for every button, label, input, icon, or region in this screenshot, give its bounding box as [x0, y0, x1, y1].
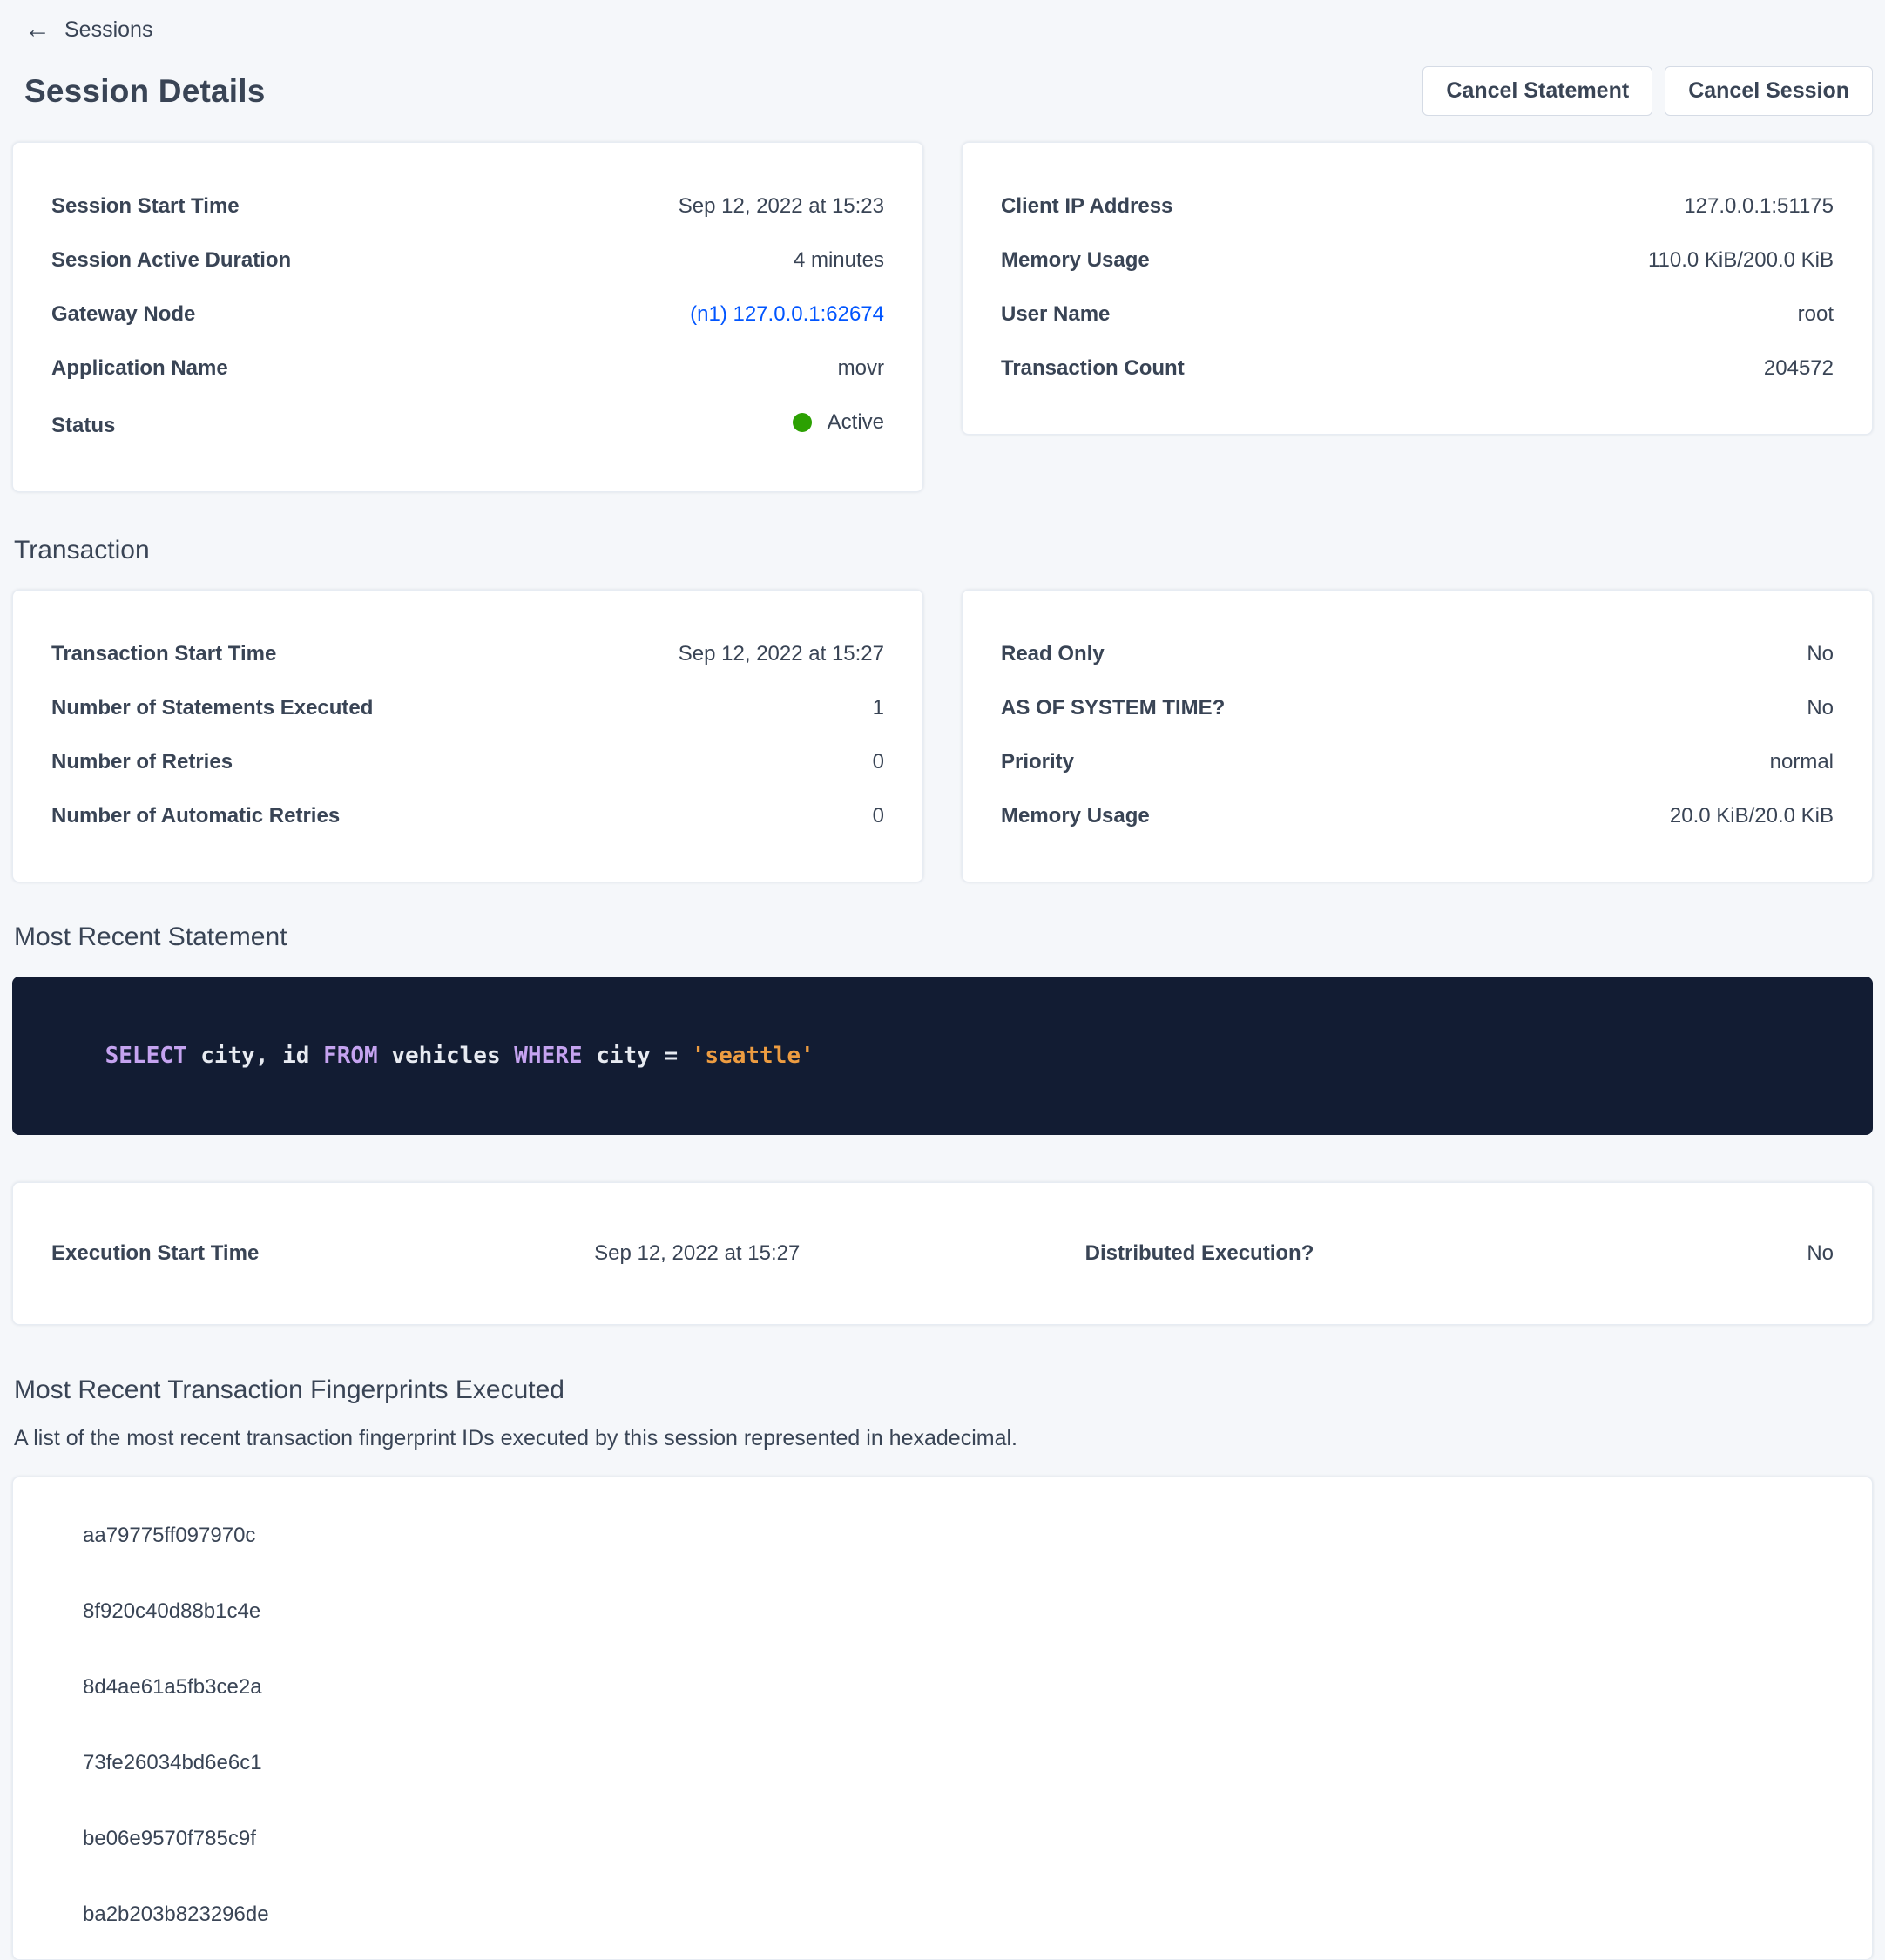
summary-row: Status Active	[51, 409, 884, 439]
summary-row: User Name root	[1001, 301, 1834, 328]
row-label: Memory Usage	[1001, 803, 1150, 829]
breadcrumb: ← Sessions	[12, 9, 1873, 44]
status-active-dot-icon	[793, 413, 812, 432]
execution-card: Execution Start Time Sep 12, 2022 at 15:…	[12, 1182, 1873, 1325]
row-value: 0	[873, 803, 884, 829]
page-header: Session Details Cancel Statement Cancel …	[12, 66, 1873, 116]
row-label: Transaction Start Time	[51, 641, 276, 667]
distributed-execution-item: Distributed Execution? No	[800, 1240, 1834, 1267]
status-value: Active	[828, 409, 884, 436]
row-value: No	[1807, 695, 1834, 721]
row-value: No	[1807, 641, 1834, 667]
summary-row: Client IP Address 127.0.0.1:51175	[1001, 193, 1834, 220]
row-label: Session Active Duration	[51, 247, 291, 274]
summary-row: AS OF SYSTEM TIME? No	[1001, 695, 1834, 721]
fingerprint-id: 8f920c40d88b1c4e	[83, 1598, 1834, 1625]
row-label: Transaction Count	[1001, 355, 1185, 382]
row-label: Priority	[1001, 749, 1074, 775]
row-label: Application Name	[51, 355, 228, 382]
fingerprint-id: 73fe26034bd6e6c1	[83, 1750, 1834, 1776]
row-label: Number of Statements Executed	[51, 695, 373, 721]
statement-section-heading: Most Recent Statement	[12, 923, 1873, 952]
sql-string-literal: 'seattle'	[692, 1043, 814, 1069]
summary-row: Transaction Start Time Sep 12, 2022 at 1…	[51, 641, 884, 667]
transaction-props-card: Read Only No AS OF SYSTEM TIME? No Prior…	[962, 590, 1873, 882]
sql-keyword: FROM	[323, 1043, 391, 1069]
fingerprints-card: aa79775ff097970c 8f920c40d88b1c4e 8d4ae6…	[12, 1477, 1873, 1960]
page-title: Session Details	[24, 73, 266, 110]
fingerprint-id: be06e9570f785c9f	[83, 1826, 1834, 1852]
row-value: 110.0 KiB/200.0 KiB	[1648, 247, 1834, 274]
session-details-page: ← Sessions Session Details Cancel Statem…	[0, 0, 1885, 1960]
fingerprints-description: A list of the most recent transaction fi…	[14, 1424, 1873, 1452]
row-label: Number of Retries	[51, 749, 233, 775]
client-info-card: Client IP Address 127.0.0.1:51175 Memory…	[962, 142, 1873, 435]
row-label: Number of Automatic Retries	[51, 803, 340, 829]
row-label: Client IP Address	[1001, 193, 1172, 220]
summary-row: Memory Usage 110.0 KiB/200.0 KiB	[1001, 247, 1834, 274]
summary-row: Application Name movr	[51, 355, 884, 382]
status-badge: Active	[793, 409, 884, 436]
summary-row: Priority normal	[1001, 749, 1834, 775]
sql-text: vehicles	[391, 1043, 514, 1069]
row-value: root	[1798, 301, 1834, 328]
sql-statement-box: SELECT city, id FROM vehicles WHERE city…	[12, 977, 1873, 1135]
summary-row: Number of Retries 0	[51, 749, 884, 775]
session-info-card: Session Start Time Sep 12, 2022 at 15:23…	[12, 142, 923, 492]
sql-text: city, id	[200, 1043, 323, 1069]
sql-keyword: SELECT	[105, 1043, 201, 1069]
row-value: No	[1807, 1240, 1834, 1267]
row-value: Sep 12, 2022 at 15:27	[594, 1240, 800, 1267]
session-summary-cards: Session Start Time Sep 12, 2022 at 15:23…	[12, 142, 1873, 492]
row-value: normal	[1770, 749, 1834, 775]
summary-row: Number of Statements Executed 1	[51, 695, 884, 721]
row-label: Session Start Time	[51, 193, 240, 220]
row-value: Sep 12, 2022 at 15:27	[679, 641, 884, 667]
row-value: Sep 12, 2022 at 15:23	[679, 193, 884, 220]
row-label: Gateway Node	[51, 301, 195, 328]
row-value: 20.0 KiB/20.0 KiB	[1670, 803, 1834, 829]
row-value: movr	[838, 355, 884, 382]
row-value: 1	[873, 695, 884, 721]
summary-row: Number of Automatic Retries 0	[51, 803, 884, 829]
summary-row: Gateway Node (n1) 127.0.0.1:62674	[51, 301, 884, 328]
header-actions: Cancel Statement Cancel Session	[1422, 66, 1873, 116]
row-value: 127.0.0.1:51175	[1684, 193, 1834, 220]
row-label: Read Only	[1001, 641, 1105, 667]
transaction-cards: Transaction Start Time Sep 12, 2022 at 1…	[12, 590, 1873, 882]
summary-row: Read Only No	[1001, 641, 1834, 667]
cancel-statement-button[interactable]: Cancel Statement	[1422, 66, 1652, 116]
row-label: Memory Usage	[1001, 247, 1150, 274]
back-arrow-icon[interactable]: ←	[24, 17, 51, 43]
row-label: Distributed Execution?	[1085, 1240, 1314, 1267]
cancel-session-button[interactable]: Cancel Session	[1665, 66, 1873, 116]
fingerprints-section-heading: Most Recent Transaction Fingerprints Exe…	[12, 1375, 1873, 1405]
row-label: AS OF SYSTEM TIME?	[1001, 695, 1225, 721]
summary-row: Session Start Time Sep 12, 2022 at 15:23	[51, 193, 884, 220]
row-value: 0	[873, 749, 884, 775]
transaction-section-heading: Transaction	[12, 536, 1873, 565]
fingerprint-id: ba2b203b823296de	[83, 1902, 1834, 1928]
row-label: User Name	[1001, 301, 1110, 328]
transaction-stats-card: Transaction Start Time Sep 12, 2022 at 1…	[12, 590, 923, 882]
row-value: 4 minutes	[794, 247, 884, 274]
summary-row: Session Active Duration 4 minutes	[51, 247, 884, 274]
sql-text: city =	[596, 1043, 692, 1069]
gateway-node-link[interactable]: (n1) 127.0.0.1:62674	[690, 301, 884, 328]
back-link-sessions[interactable]: Sessions	[64, 16, 152, 44]
fingerprint-id: 8d4ae61a5fb3ce2a	[83, 1674, 1834, 1700]
sql-keyword: WHERE	[514, 1043, 596, 1069]
summary-row: Memory Usage 20.0 KiB/20.0 KiB	[1001, 803, 1834, 829]
row-value: 204572	[1764, 355, 1834, 382]
fingerprint-id: aa79775ff097970c	[83, 1523, 1834, 1549]
summary-row: Transaction Count 204572	[1001, 355, 1834, 382]
row-label: Status	[51, 413, 115, 439]
execution-start-item: Execution Start Time Sep 12, 2022 at 15:…	[51, 1240, 800, 1267]
row-label: Execution Start Time	[51, 1240, 259, 1267]
